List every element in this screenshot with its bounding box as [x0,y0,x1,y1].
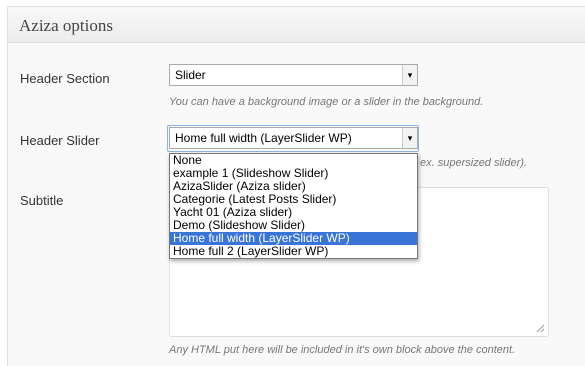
resize-grip-icon[interactable] [535,323,545,333]
header-slider-dropdown[interactable]: None example 1 (Slideshow Slider) AzizaS… [169,153,418,259]
dropdown-option[interactable]: Home full 2 (LayerSlider WP) [170,245,417,258]
header-slider-hint: ex. supersized slider). [420,157,527,169]
header-slider-value: Home full width (LayerSlider WP) [175,131,352,145]
panel-title: Aziza options [19,16,113,35]
panel-header: Aziza options [8,7,585,43]
subtitle-label: Subtitle [20,193,64,208]
header-section-hint: You can have a background image or a sli… [169,96,484,108]
header-section-select[interactable]: Slider ▾ [169,64,418,86]
options-panel: Aziza options Header Section Slider ▾ Yo… [7,6,585,366]
header-section-value: Slider [175,68,206,82]
header-slider-select[interactable]: Home full width (LayerSlider WP) ▾ [169,127,418,149]
chevron-down-icon: ▾ [402,65,417,85]
subtitle-hint: Any HTML put here will be included in it… [169,344,516,356]
chevron-down-icon: ▾ [402,128,417,148]
header-slider-label: Header Slider [20,133,100,148]
header-section-label: Header Section [20,71,110,86]
